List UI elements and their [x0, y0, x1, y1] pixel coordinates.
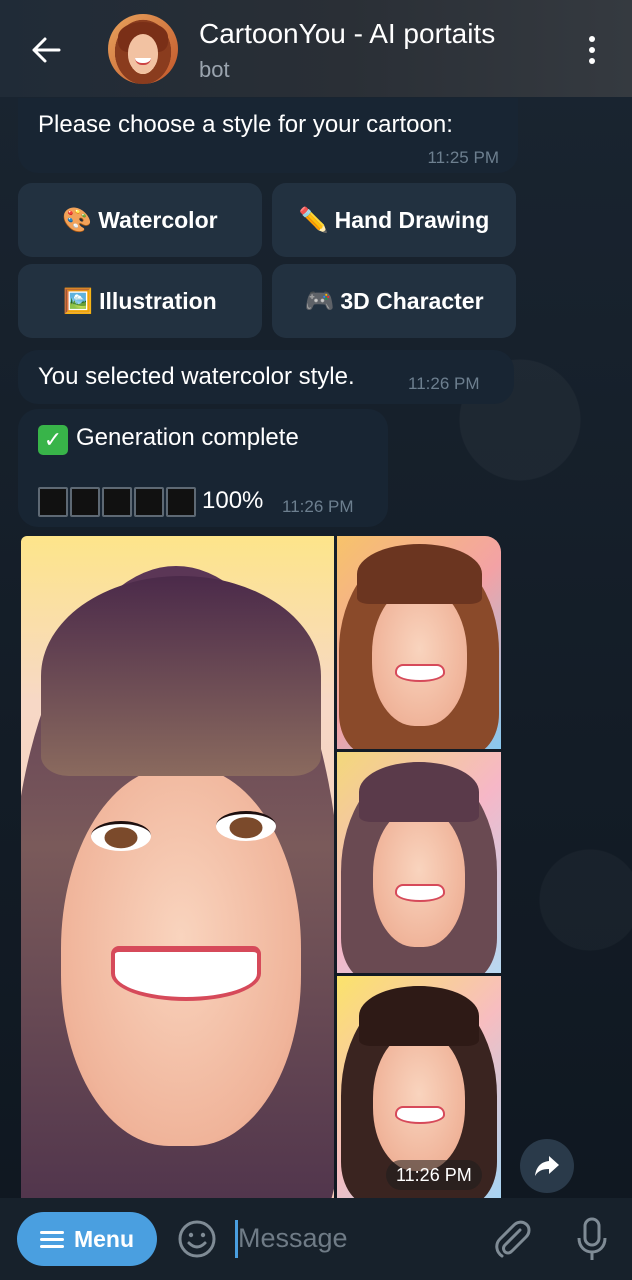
framed-picture-icon: 🖼️	[63, 287, 94, 315]
button-label: Hand Drawing	[334, 206, 490, 233]
message-time: 11:26 PM	[408, 374, 480, 393]
message-text: Please choose a style for your cartoon:	[38, 111, 453, 138]
progress-percent: 100%	[202, 487, 264, 514]
smiley-icon	[178, 1220, 216, 1258]
emoji-button[interactable]	[174, 1216, 220, 1262]
message-bubble: Please choose a style for your cartoon: …	[18, 98, 518, 173]
gamepad-icon: 🎮	[304, 287, 335, 315]
menu-button[interactable]: Menu	[17, 1212, 157, 1266]
chat-subtitle: bot	[199, 57, 230, 82]
forward-arrow-icon	[535, 1156, 559, 1176]
message-text: Generation complete	[76, 424, 299, 451]
microphone-button[interactable]	[570, 1214, 614, 1264]
attach-button[interactable]	[490, 1216, 534, 1262]
message-input[interactable]	[236, 1214, 476, 1262]
message-text: You selected watercolor style.	[38, 363, 355, 390]
style-button-hand-drawing[interactable]: ✏️ Hand Drawing	[272, 183, 516, 257]
message-bubble: ✓ Generation complete 100% 11:26 PM	[18, 409, 388, 527]
portrait-image-main[interactable]	[21, 536, 334, 1198]
arrow-left-icon	[32, 37, 61, 63]
message-time: 11:25 PM	[427, 148, 499, 167]
message-bubble: You selected watercolor style. 11:26 PM	[18, 350, 514, 404]
paperclip-icon	[495, 1220, 531, 1258]
portrait-image-thumbnail[interactable]	[337, 752, 501, 973]
progress-bar	[38, 487, 196, 517]
button-label: 3D Character	[340, 287, 484, 314]
palette-icon: 🎨	[62, 206, 93, 234]
button-label: Watercolor	[98, 206, 218, 233]
style-button-illustration[interactable]: 🖼️ Illustration	[18, 264, 262, 338]
button-label: Illustration	[99, 287, 217, 314]
bot-avatar[interactable]	[108, 14, 178, 84]
chat-header: CartoonYou - AI portaits bot	[0, 0, 632, 97]
menu-label: Menu	[73, 1225, 135, 1252]
more-options-button[interactable]	[572, 28, 612, 72]
message-input-bar: Menu	[0, 1198, 632, 1280]
style-button-3d-character[interactable]: 🎮 3D Character	[272, 264, 516, 338]
hamburger-icon	[39, 1230, 64, 1248]
chat-title[interactable]: CartoonYou - AI portaits	[199, 18, 495, 50]
forward-button[interactable]	[520, 1139, 574, 1193]
message-time: 11:26 PM	[282, 497, 354, 516]
album-time: 11:26 PM	[386, 1160, 482, 1190]
more-dots-icon	[589, 36, 595, 42]
back-button[interactable]	[22, 28, 70, 72]
microphone-icon	[577, 1217, 607, 1260]
style-button-watercolor[interactable]: 🎨 Watercolor	[18, 183, 262, 257]
photo-album	[21, 536, 501, 1198]
pencil-icon: ✏️	[298, 206, 329, 234]
portrait-image-thumbnail[interactable]	[337, 536, 501, 749]
check-mark-icon: ✓	[38, 425, 68, 455]
